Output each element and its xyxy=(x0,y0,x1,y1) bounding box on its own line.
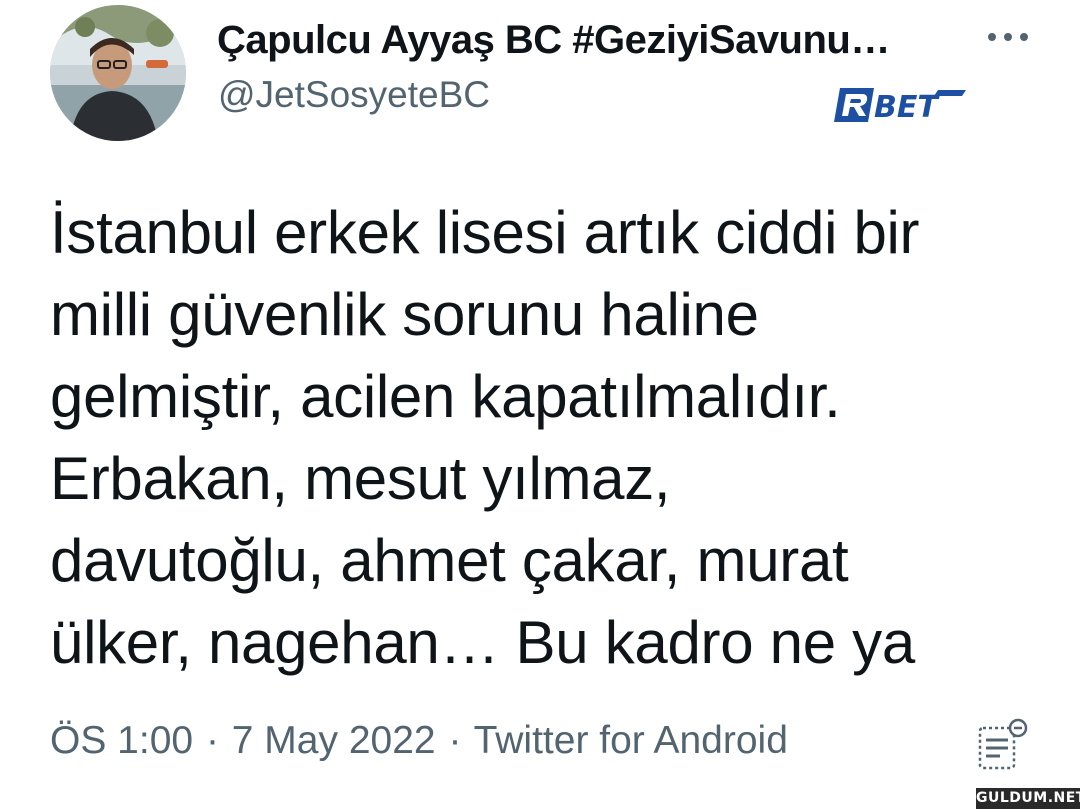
avatar[interactable] xyxy=(50,5,186,141)
tweet-time[interactable]: ÖS 1:00 xyxy=(50,719,193,762)
tweet-text-line: Erbakan, mesut yılmaz, xyxy=(50,445,671,512)
tweet-meta: ÖS 1:00 · 7 May 2022 · Twitter for Andro… xyxy=(50,719,788,763)
more-horizontal-icon[interactable] xyxy=(984,24,1032,50)
watermark: GULDUM.NET xyxy=(976,788,1080,809)
meta-separator: · xyxy=(448,719,462,762)
tweet: Çapulcu Ayyaş BC #GeziyiSavunu… @JetSosy… xyxy=(0,0,1080,809)
tweet-date[interactable]: 7 May 2022 xyxy=(232,719,436,762)
avatar-photo xyxy=(50,5,186,141)
author-display-name[interactable]: Çapulcu Ayyaş BC #GeziyiSavunu… xyxy=(217,18,890,63)
tweet-text-line: İstanbul erkek lisesi artık ciddi bir xyxy=(50,199,920,266)
rbet-logo: BET xyxy=(834,88,966,124)
tweet-text-line: davutoğlu, ahmet çakar, murat xyxy=(50,527,849,594)
tweet-text-line: gelmiştir, acilen kapatılmalıdır. xyxy=(50,363,841,430)
tweet-text: İstanbul erkek lisesi artık ciddi bir mi… xyxy=(50,192,1040,684)
tweet-text-line: milli güvenlik sorunu haline xyxy=(50,281,759,348)
tweet-source[interactable]: Twitter for Android xyxy=(474,719,788,762)
author-handle[interactable]: @JetSosyeteBC xyxy=(218,74,490,116)
meta-separator: · xyxy=(205,719,219,762)
analytics-icon[interactable] xyxy=(974,716,1032,772)
tweet-text-line: ülker, nagehan… Bu kadro ne ya xyxy=(50,609,915,676)
svg-text:BET: BET xyxy=(874,90,940,124)
